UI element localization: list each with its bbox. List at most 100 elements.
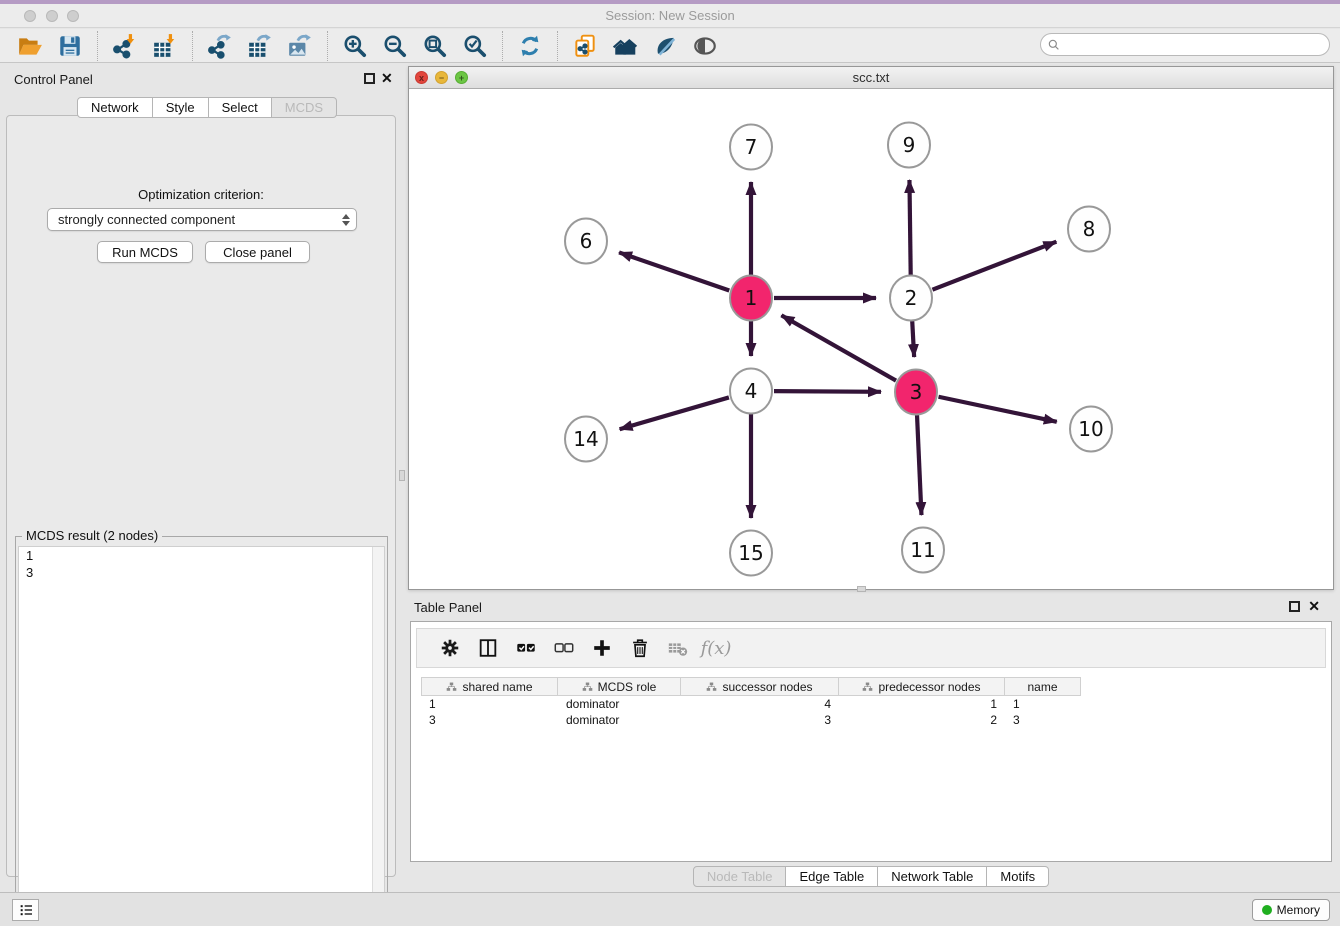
memory-status-icon [1262, 905, 1272, 915]
column-label: MCDS role [598, 680, 657, 694]
import-table-icon[interactable] [150, 31, 180, 61]
mcds-result-list[interactable]: 13 [18, 546, 385, 917]
tab-style[interactable]: Style [153, 97, 209, 118]
graph-canvas[interactable]: 7 9 6 8 1 2 4 3 14 10 15 11 [409, 89, 1333, 589]
graph-node-8[interactable]: 8 [1068, 207, 1110, 252]
table-cell[interactable]: 4 [681, 696, 839, 712]
graph-node-2[interactable]: 2 [890, 276, 932, 321]
svg-text:4: 4 [745, 379, 758, 403]
zoom-in-icon[interactable] [340, 31, 370, 61]
result-scrollbar[interactable] [372, 547, 384, 916]
first-neighbors-icon[interactable] [610, 31, 640, 61]
column-header-predecessor-nodes[interactable]: predecessor nodes [839, 677, 1005, 696]
run-mcds-button[interactable]: Run MCDS [97, 241, 193, 263]
import-network-icon[interactable] [110, 31, 140, 61]
export-table-icon[interactable] [245, 31, 275, 61]
export-image-icon[interactable] [285, 31, 315, 61]
tab-select[interactable]: Select [209, 97, 272, 118]
graph-edge-1-6[interactable] [619, 252, 729, 290]
table-toolbar: f(x) [416, 628, 1326, 668]
graph-node-4[interactable]: 4 [730, 369, 772, 414]
mcds-result-group: MCDS result (2 nodes) 13 [15, 536, 388, 920]
graph-edge-3-11[interactable] [917, 415, 921, 515]
zoom-selected-icon[interactable] [460, 31, 490, 61]
column-header-MCDS-role[interactable]: MCDS role [558, 677, 681, 696]
graph-edge-2-9[interactable] [909, 180, 910, 275]
table-cell[interactable]: 1 [421, 696, 558, 712]
graph-node-1[interactable]: 1 [730, 276, 772, 321]
svg-text:3: 3 [910, 380, 923, 404]
graph-node-7[interactable]: 7 [730, 125, 772, 170]
table-cell[interactable]: 1 [1005, 696, 1081, 712]
table-cell[interactable]: 2 [839, 712, 1005, 728]
table-row[interactable]: 3dominator323 [421, 712, 1081, 728]
graph-edge-2-8[interactable] [932, 242, 1056, 290]
table-cell[interactable]: dominator [558, 696, 681, 712]
network-window-titlebar[interactable]: x − + scc.txt [409, 67, 1333, 89]
apply-style-icon[interactable] [650, 31, 680, 61]
svg-text:10: 10 [1078, 417, 1103, 441]
tab-mcds[interactable]: MCDS [272, 97, 337, 118]
table-row[interactable]: 1dominator411 [421, 696, 1081, 712]
table-cell[interactable]: 1 [839, 696, 1005, 712]
graph-node-9[interactable]: 9 [888, 123, 930, 168]
panel-splitter-handle[interactable] [399, 470, 405, 481]
window-resize-handle[interactable] [857, 586, 866, 592]
mcds-result-title: MCDS result (2 nodes) [22, 528, 162, 543]
table-cell[interactable]: 3 [421, 712, 558, 728]
graph-edge-3-10[interactable] [939, 397, 1057, 422]
optimization-criterion-select[interactable]: strongly connected component [47, 208, 357, 231]
graph-node-10[interactable]: 10 [1070, 407, 1112, 452]
column-layout-icon[interactable] [473, 633, 503, 663]
column-header-successor-nodes[interactable]: successor nodes [681, 677, 839, 696]
graph-edge-4-14[interactable] [620, 397, 729, 429]
show-hide-icon[interactable] [690, 31, 720, 61]
svg-text:14: 14 [573, 427, 598, 451]
graph-edge-4-3[interactable] [774, 391, 881, 392]
column-label: predecessor nodes [878, 680, 980, 694]
graph-node-14[interactable]: 14 [565, 417, 607, 462]
table-panel-close-icon[interactable]: ✕ [1308, 598, 1320, 614]
graph-edge-3-1[interactable] [781, 315, 896, 380]
graph-node-6[interactable]: 6 [565, 219, 607, 264]
export-network-icon[interactable] [205, 31, 235, 61]
refresh-view-icon[interactable] [515, 31, 545, 61]
search-box[interactable] [1040, 33, 1330, 56]
save-session-icon[interactable] [55, 31, 85, 61]
graph-edge-2-3[interactable] [912, 321, 914, 357]
control-panel: Control Panel ✕ Optimization criterion: … [4, 66, 398, 878]
select-all-checks-icon[interactable] [511, 633, 541, 663]
tab-node-table[interactable]: Node Table [693, 866, 787, 887]
graph-node-11[interactable]: 11 [902, 528, 944, 573]
toolbar-separator [557, 31, 558, 61]
table-cell[interactable]: 3 [1005, 712, 1081, 728]
open-session-icon[interactable] [15, 31, 45, 61]
column-header-shared-name[interactable]: shared name [421, 677, 558, 696]
add-column-icon[interactable] [587, 633, 617, 663]
tab-network-table[interactable]: Network Table [878, 866, 987, 887]
zoom-out-icon[interactable] [380, 31, 410, 61]
memory-button[interactable]: Memory [1252, 899, 1330, 921]
tab-network[interactable]: Network [77, 97, 153, 118]
graph-node-3[interactable]: 3 [895, 370, 937, 415]
zoom-fit-icon[interactable] [420, 31, 450, 61]
search-input[interactable] [1061, 36, 1329, 54]
delete-column-icon[interactable] [625, 633, 655, 663]
show-panels-button[interactable] [12, 899, 39, 921]
table-panel-float-icon[interactable] [1289, 601, 1300, 612]
tab-edge-table[interactable]: Edge Table [786, 866, 878, 887]
table-settings-icon[interactable] [435, 633, 465, 663]
column-header-name[interactable]: name [1005, 677, 1081, 696]
copy-network-icon[interactable] [570, 31, 600, 61]
control-panel-float-icon[interactable] [364, 73, 375, 84]
control-panel-close-icon[interactable]: ✕ [381, 70, 393, 86]
function-builder-icon: f(x) [701, 633, 731, 663]
close-panel-button[interactable]: Close panel [205, 241, 310, 263]
status-bar: Memory [0, 892, 1340, 926]
app-titlebar: Session: New Session [0, 4, 1340, 28]
tab-motifs[interactable]: Motifs [987, 866, 1049, 887]
clear-all-checks-icon[interactable] [549, 633, 579, 663]
graph-node-15[interactable]: 15 [730, 531, 772, 576]
table-cell[interactable]: 3 [681, 712, 839, 728]
table-cell[interactable]: dominator [558, 712, 681, 728]
